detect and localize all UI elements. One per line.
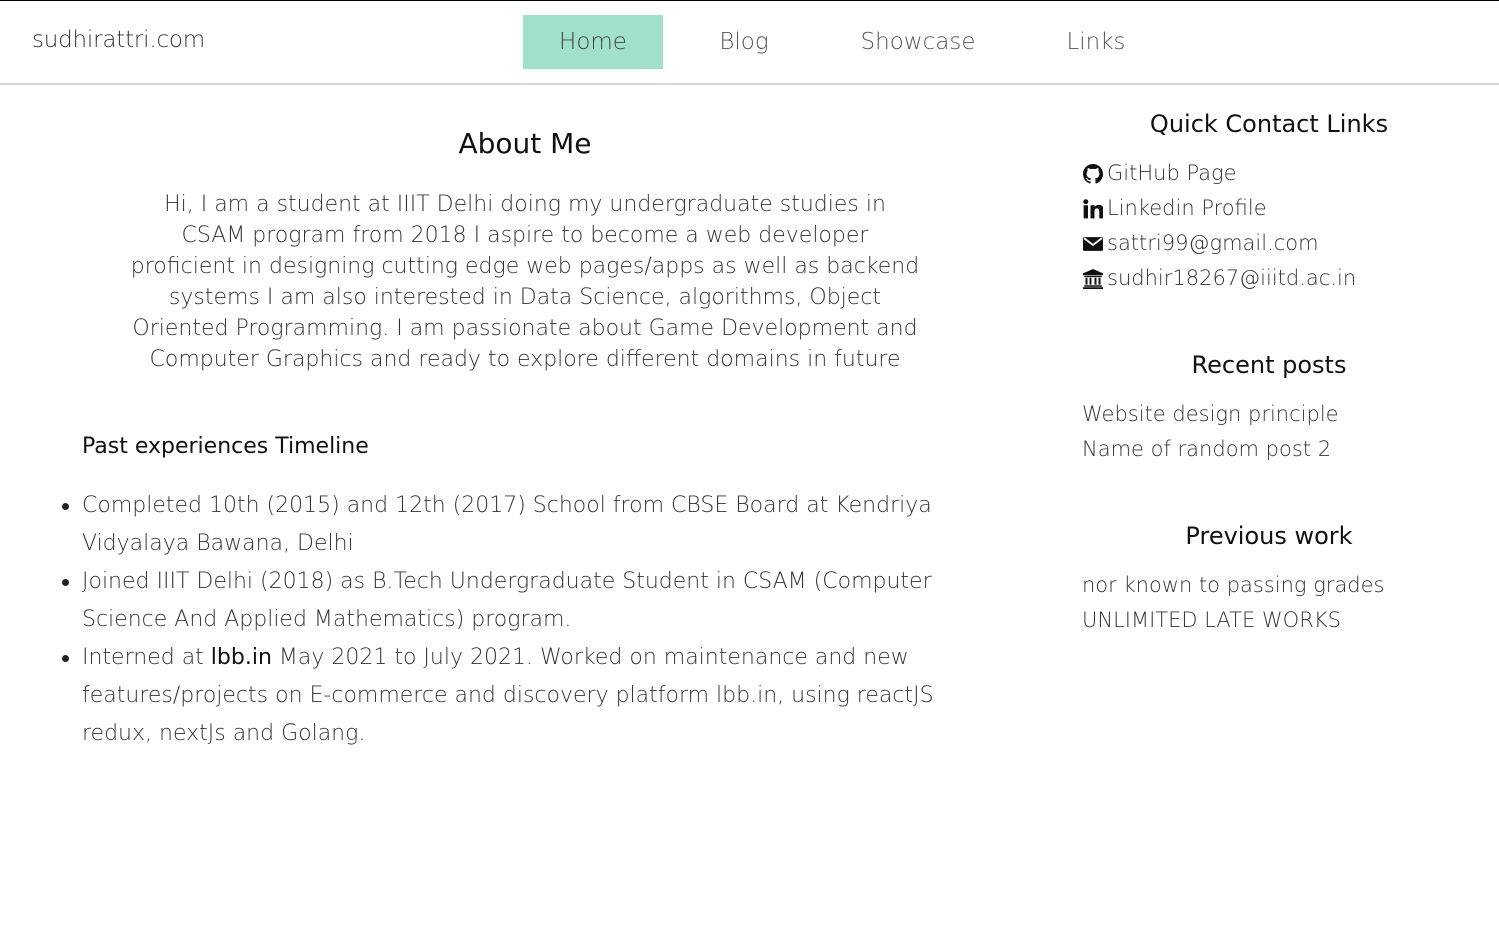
previous-work-item[interactable]: nor known to passing grades [1082, 568, 1385, 603]
recent-post-item[interactable]: Website design principle [1082, 397, 1339, 432]
nav-showcase[interactable]: Showcase [848, 15, 988, 69]
contact-github[interactable]: GitHub Page [1082, 156, 1356, 191]
timeline-item-text: Joined IIIT Delhi (2018) as B.Tech Under… [82, 569, 932, 632]
email-link[interactable]: sattri99@gmail.com [1107, 226, 1319, 261]
nav-blog[interactable]: Blog [700, 15, 788, 69]
timeline-item-text: Completed 10th (2015) and 12th (2017) Sc… [82, 493, 932, 556]
university-icon [1082, 268, 1104, 290]
contact-linkedin[interactable]: Linkedin Profile [1082, 191, 1356, 226]
university-email-link[interactable]: sudhir18267@iiitd.ac.in [1107, 261, 1356, 296]
recent-post-item[interactable]: Name of random post 2 [1082, 432, 1339, 467]
envelope-icon [1082, 233, 1104, 255]
contact-university[interactable]: sudhir18267@iiitd.ac.in [1082, 261, 1356, 296]
recent-posts-list: Website design principle Name of random … [1082, 397, 1339, 467]
about-title: About Me [458, 127, 592, 160]
nav-home[interactable]: Home [523, 15, 663, 69]
previous-work-heading: Previous work [1185, 522, 1353, 550]
site-brand-link[interactable]: sudhirattri.com [32, 27, 205, 53]
timeline-item: Completed 10th (2015) and 12th (2017) Sc… [62, 487, 992, 563]
recent-post-link[interactable]: Name of random post 2 [1082, 437, 1331, 461]
timeline-title: Past experiences Timeline [82, 434, 369, 459]
contact-heading: Quick Contact Links [1149, 110, 1389, 138]
previous-work-list: nor known to passing grades UNLIMITED LA… [1082, 568, 1385, 638]
recent-post-link[interactable]: Website design principle [1082, 402, 1339, 426]
previous-work-item[interactable]: UNLIMITED LATE WORKS [1082, 603, 1385, 638]
timeline-item: Joined IIIT Delhi (2018) as B.Tech Under… [62, 563, 992, 639]
timeline-item: Interned at lbb.in May 2021 to July 2021… [62, 639, 992, 753]
contact-email[interactable]: sattri99@gmail.com [1082, 226, 1356, 261]
linkedin-icon [1082, 198, 1104, 220]
previous-work-link[interactable]: nor known to passing grades [1082, 573, 1385, 597]
lbb-link[interactable]: lbb.in [211, 645, 272, 670]
timeline-list: Completed 10th (2015) and 12th (2017) Sc… [62, 487, 992, 753]
contact-list: GitHub Page Linkedin Profile sattri99@gm… [1082, 156, 1356, 296]
linkedin-link[interactable]: Linkedin Profile [1107, 191, 1267, 226]
github-link[interactable]: GitHub Page [1107, 156, 1237, 191]
previous-work-link[interactable]: UNLIMITED LATE WORKS [1082, 608, 1341, 632]
recent-posts-heading: Recent posts [1191, 351, 1347, 379]
main-content: About Me Hi, I am a student at IIIT Delh… [0, 85, 1050, 941]
navbar: sudhirattri.com Home Blog Showcase Links [0, 1, 1499, 85]
about-text: Hi, I am a student at IIIT Delhi doing m… [130, 192, 920, 372]
nav-links[interactable]: Links [1050, 15, 1142, 69]
sidebar: Quick Contact Links GitHub Page Linkedin… [1050, 85, 1499, 941]
github-icon [1082, 163, 1104, 185]
timeline-item-prefix: Interned at [82, 645, 211, 670]
